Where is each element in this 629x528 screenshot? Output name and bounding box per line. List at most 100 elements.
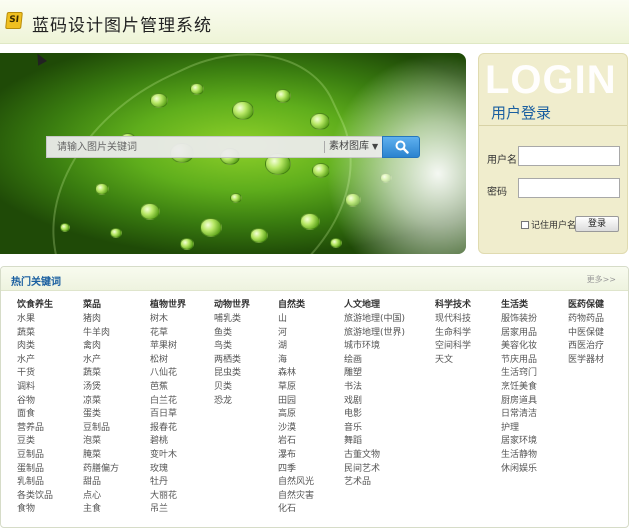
keyword-link[interactable]: 旅游地理(中国) bbox=[344, 313, 405, 327]
keyword-link[interactable]: 百日草 bbox=[150, 408, 186, 422]
keyword-link[interactable]: 化石 bbox=[278, 503, 314, 517]
keyword-link[interactable]: 花草 bbox=[150, 327, 186, 341]
keyword-link[interactable]: 干货 bbox=[17, 367, 53, 381]
keyword-link[interactable]: 水果 bbox=[17, 313, 53, 327]
keyword-link[interactable]: 泡菜 bbox=[83, 435, 119, 449]
keyword-link[interactable]: 岩石 bbox=[278, 435, 314, 449]
keyword-link[interactable]: 豆制品 bbox=[83, 422, 119, 436]
search-button[interactable] bbox=[382, 136, 420, 158]
keyword-link[interactable]: 肉类 bbox=[17, 340, 53, 354]
keyword-link[interactable]: 谷物 bbox=[17, 395, 53, 409]
keyword-link[interactable]: 药物药品 bbox=[568, 313, 604, 327]
keyword-link[interactable]: 海 bbox=[278, 354, 314, 368]
keyword-column-heading[interactable]: 人文地理 bbox=[344, 297, 405, 313]
keyword-link[interactable]: 昆虫类 bbox=[214, 367, 250, 381]
keyword-link[interactable]: 河 bbox=[278, 327, 314, 341]
keyword-link[interactable]: 苹果树 bbox=[150, 340, 186, 354]
keyword-link[interactable]: 中医保健 bbox=[568, 327, 604, 341]
keyword-link[interactable]: 水产 bbox=[83, 354, 119, 368]
keyword-link[interactable]: 蔬菜 bbox=[83, 367, 119, 381]
keyword-link[interactable]: 腌菜 bbox=[83, 449, 119, 463]
keyword-link[interactable]: 哺乳类 bbox=[214, 313, 250, 327]
keyword-link[interactable]: 生活静物 bbox=[501, 449, 537, 463]
keyword-link[interactable]: 厨房道具 bbox=[501, 395, 537, 409]
keyword-link[interactable]: 生活窍门 bbox=[501, 367, 537, 381]
keyword-link[interactable]: 汤煲 bbox=[83, 381, 119, 395]
keyword-link[interactable]: 鱼类 bbox=[214, 327, 250, 341]
keyword-link[interactable]: 绘画 bbox=[344, 354, 405, 368]
keyword-link[interactable]: 吊兰 bbox=[150, 503, 186, 517]
remember-username[interactable]: 记住用户名 bbox=[521, 218, 576, 231]
keyword-column-heading[interactable]: 生活类 bbox=[501, 297, 537, 313]
keyword-link[interactable]: 碧桃 bbox=[150, 435, 186, 449]
keyword-link[interactable]: 艺术品 bbox=[344, 476, 405, 490]
keyword-link[interactable]: 牡丹 bbox=[150, 476, 186, 490]
keyword-link[interactable]: 日常清洁 bbox=[501, 408, 537, 422]
keyword-link[interactable]: 民间艺术 bbox=[344, 463, 405, 477]
keyword-link[interactable]: 休闲娱乐 bbox=[501, 463, 537, 477]
keyword-link[interactable]: 居家环境 bbox=[501, 435, 537, 449]
keyword-link[interactable]: 禽肉 bbox=[83, 340, 119, 354]
keyword-link[interactable]: 居家用品 bbox=[501, 327, 537, 341]
keyword-link[interactable]: 自然风光 bbox=[278, 476, 314, 490]
keyword-link[interactable]: 蔬菜 bbox=[17, 327, 53, 341]
more-link[interactable]: 更多>> bbox=[587, 274, 616, 285]
keyword-link[interactable]: 豆类 bbox=[17, 435, 53, 449]
keyword-link[interactable]: 豆制品 bbox=[17, 449, 53, 463]
keyword-link[interactable]: 食物 bbox=[17, 503, 53, 517]
keyword-link[interactable]: 玫瑰 bbox=[150, 463, 186, 477]
keyword-link[interactable]: 白兰花 bbox=[150, 395, 186, 409]
keyword-column-heading[interactable]: 医药保健 bbox=[568, 297, 604, 313]
username-field[interactable] bbox=[518, 146, 620, 166]
keyword-link[interactable]: 树木 bbox=[150, 313, 186, 327]
keyword-link[interactable]: 恐龙 bbox=[214, 395, 250, 409]
search-scope-dropdown[interactable]: 素材图库 ▼ bbox=[329, 137, 378, 157]
logo-icon[interactable]: SI bbox=[5, 12, 23, 29]
keyword-link[interactable]: 八仙花 bbox=[150, 367, 186, 381]
keyword-link[interactable]: 护理 bbox=[501, 422, 537, 436]
keyword-link[interactable]: 芭蕉 bbox=[150, 381, 186, 395]
keyword-link[interactable]: 甜品 bbox=[83, 476, 119, 490]
search-input[interactable] bbox=[47, 137, 323, 157]
keyword-link[interactable]: 生命科学 bbox=[435, 327, 471, 341]
keyword-column-heading[interactable]: 植物世界 bbox=[150, 297, 186, 313]
keyword-link[interactable]: 舞蹈 bbox=[344, 435, 405, 449]
keyword-link[interactable]: 湖 bbox=[278, 340, 314, 354]
keyword-link[interactable]: 山 bbox=[278, 313, 314, 327]
keyword-link[interactable]: 鸟类 bbox=[214, 340, 250, 354]
keyword-column-heading[interactable]: 动物世界 bbox=[214, 297, 250, 313]
keyword-link[interactable]: 书法 bbox=[344, 381, 405, 395]
keyword-link[interactable]: 变叶木 bbox=[150, 449, 186, 463]
keyword-link[interactable]: 面食 bbox=[17, 408, 53, 422]
keyword-column-heading[interactable]: 饮食养生 bbox=[17, 297, 53, 313]
keyword-link[interactable]: 牛羊肉 bbox=[83, 327, 119, 341]
keyword-link[interactable]: 现代科技 bbox=[435, 313, 471, 327]
keyword-link[interactable]: 乳制品 bbox=[17, 476, 53, 490]
keyword-link[interactable]: 田园 bbox=[278, 395, 314, 409]
keyword-link[interactable]: 点心 bbox=[83, 490, 119, 504]
keyword-link[interactable]: 戏剧 bbox=[344, 395, 405, 409]
remember-checkbox[interactable] bbox=[521, 220, 529, 229]
keyword-link[interactable]: 自然灾害 bbox=[278, 490, 314, 504]
keyword-link[interactable]: 两栖类 bbox=[214, 354, 250, 368]
keyword-link[interactable]: 蛋制品 bbox=[17, 463, 53, 477]
keyword-link[interactable]: 主食 bbox=[83, 503, 119, 517]
keyword-column-heading[interactable]: 自然类 bbox=[278, 297, 314, 313]
keyword-column-heading[interactable]: 菜品 bbox=[83, 297, 119, 313]
keyword-link[interactable]: 药膳偏方 bbox=[83, 463, 119, 477]
keyword-link[interactable]: 天文 bbox=[435, 354, 471, 368]
keyword-link[interactable]: 空间科学 bbox=[435, 340, 471, 354]
keyword-link[interactable]: 城市环境 bbox=[344, 340, 405, 354]
keyword-link[interactable]: 医学器材 bbox=[568, 354, 604, 368]
keyword-link[interactable]: 烹饪美食 bbox=[501, 381, 537, 395]
keyword-link[interactable]: 水产 bbox=[17, 354, 53, 368]
keyword-link[interactable]: 贝类 bbox=[214, 381, 250, 395]
keyword-link[interactable]: 各类饮品 bbox=[17, 490, 53, 504]
keyword-link[interactable]: 营养品 bbox=[17, 422, 53, 436]
keyword-link[interactable]: 松树 bbox=[150, 354, 186, 368]
keyword-link[interactable]: 报春花 bbox=[150, 422, 186, 436]
keyword-link[interactable]: 西医治疗 bbox=[568, 340, 604, 354]
keyword-link[interactable]: 高原 bbox=[278, 408, 314, 422]
keyword-link[interactable]: 森林 bbox=[278, 367, 314, 381]
keyword-link[interactable]: 猪肉 bbox=[83, 313, 119, 327]
